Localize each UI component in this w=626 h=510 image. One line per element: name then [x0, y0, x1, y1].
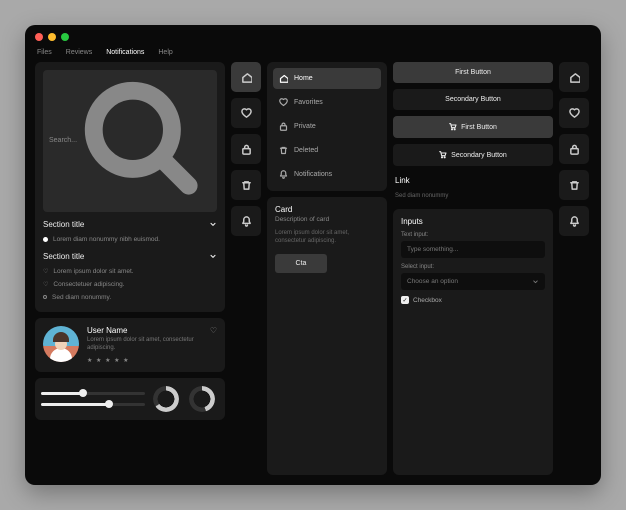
lock-icon: [569, 144, 580, 155]
rail-notifications-button[interactable]: [231, 206, 261, 236]
donut-chart: [153, 386, 179, 412]
bell-icon: [569, 216, 580, 227]
chevron-down-icon: [209, 220, 217, 228]
card-title: Card: [275, 205, 379, 214]
rail2-private-button[interactable]: [559, 134, 589, 164]
home-icon: [241, 72, 252, 83]
check-icon: ✓: [401, 296, 409, 304]
cart-secondary-button[interactable]: Secondary Button: [393, 144, 553, 166]
select-input-label: Select input:: [401, 264, 545, 270]
rail-deleted-button[interactable]: [231, 170, 261, 200]
menu-reviews[interactable]: Reviews: [66, 49, 92, 56]
heart-icon: ♡: [43, 268, 48, 275]
menu-files[interactable]: Files: [37, 49, 52, 56]
section-header[interactable]: Section title: [43, 252, 217, 261]
avatar: [43, 326, 79, 362]
slider[interactable]: [41, 392, 145, 395]
trash-icon: [279, 146, 288, 155]
nav-notifications[interactable]: Notifications: [273, 164, 381, 185]
link[interactable]: Link: [393, 172, 553, 187]
list-item[interactable]: ♡Consectetuer adipiscing.: [43, 278, 217, 291]
rail2-favorites-button[interactable]: [559, 98, 589, 128]
trash-icon: [569, 180, 580, 191]
maximize-window-button[interactable]: [61, 33, 69, 41]
inputs-title: Inputs: [401, 217, 545, 226]
home-icon: [279, 74, 288, 83]
rail2-deleted-button[interactable]: [559, 170, 589, 200]
chevron-down-icon: [532, 278, 539, 285]
home-icon: [569, 72, 580, 83]
rail-favorites-button[interactable]: [231, 98, 261, 128]
list-item[interactable]: Lorem diam nonummy nibh euismod.: [43, 233, 217, 246]
sidebar-panel: Search... Section title Lorem diam nonum…: [35, 62, 225, 312]
cart-icon: [449, 123, 457, 131]
close-window-button[interactable]: [35, 33, 43, 41]
rail-private-button[interactable]: [231, 134, 261, 164]
heart-icon: [569, 108, 580, 119]
bell-icon: [241, 216, 252, 227]
window-titlebar: [25, 25, 601, 49]
menu-help[interactable]: Help: [158, 49, 172, 56]
lock-icon: [241, 144, 252, 155]
nav-panel: Home Favorites Private Deleted Notificat…: [267, 62, 387, 191]
card-body: Lorem ipsum dolor sit amet, consectetur …: [275, 229, 379, 246]
nav-deleted[interactable]: Deleted: [273, 140, 381, 161]
heart-icon: [279, 98, 288, 107]
section-header[interactable]: Section title: [43, 220, 217, 229]
list-item[interactable]: ♡Lorem ipsum dolor sit amet.: [43, 265, 217, 278]
cart-icon: [439, 151, 447, 159]
rail2-home-button[interactable]: [559, 62, 589, 92]
minimize-window-button[interactable]: [48, 33, 56, 41]
list-item[interactable]: Sed diam nonummy.: [43, 291, 217, 304]
trash-icon: [241, 180, 252, 191]
first-button[interactable]: First Button: [393, 62, 553, 83]
cta-button[interactable]: Cta: [275, 254, 327, 273]
text-input-label: Text input:: [401, 232, 545, 238]
metrics-panel: [35, 378, 225, 420]
menu-notifications[interactable]: Notifications: [106, 49, 144, 56]
secondary-button[interactable]: Secondary Button: [393, 89, 553, 110]
slider[interactable]: [41, 403, 145, 406]
select-input[interactable]: Choose an option: [401, 273, 545, 290]
menubar: Files Reviews Notifications Help: [25, 49, 601, 62]
bell-icon: [279, 170, 288, 179]
favorite-toggle[interactable]: ♡: [210, 326, 217, 335]
inputs-panel: Inputs Text input: Type something... Sel…: [393, 209, 553, 475]
link-description: Sed diam nonummy: [393, 193, 553, 199]
heart-icon: [241, 108, 252, 119]
user-name: User Name: [87, 326, 217, 335]
app-window: Files Reviews Notifications Help Search.…: [25, 25, 601, 485]
checkbox[interactable]: ✓Checkbox: [401, 296, 545, 304]
nav-home[interactable]: Home: [273, 68, 381, 89]
nav-private[interactable]: Private: [273, 116, 381, 137]
star-rating: ★ ★ ★ ★ ★: [87, 357, 217, 364]
cart-first-button[interactable]: First Button: [393, 116, 553, 138]
lock-icon: [279, 122, 288, 131]
search-icon: [77, 74, 211, 208]
search-input[interactable]: Search...: [43, 70, 217, 212]
donut-chart: [189, 386, 215, 412]
chevron-down-icon: [209, 252, 217, 260]
nav-favorites[interactable]: Favorites: [273, 92, 381, 113]
content-card: Card Description of card Lorem ipsum dol…: [267, 197, 387, 475]
rail-home-button[interactable]: [231, 62, 261, 92]
heart-icon: ♡: [43, 281, 48, 288]
rail2-notifications-button[interactable]: [559, 206, 589, 236]
text-input[interactable]: Type something...: [401, 241, 545, 258]
user-description: Lorem ipsum dolor sit amet, consectetur …: [87, 337, 217, 353]
user-card: User Name Lorem ipsum dolor sit amet, co…: [35, 318, 225, 372]
card-subtitle: Description of card: [275, 216, 379, 223]
